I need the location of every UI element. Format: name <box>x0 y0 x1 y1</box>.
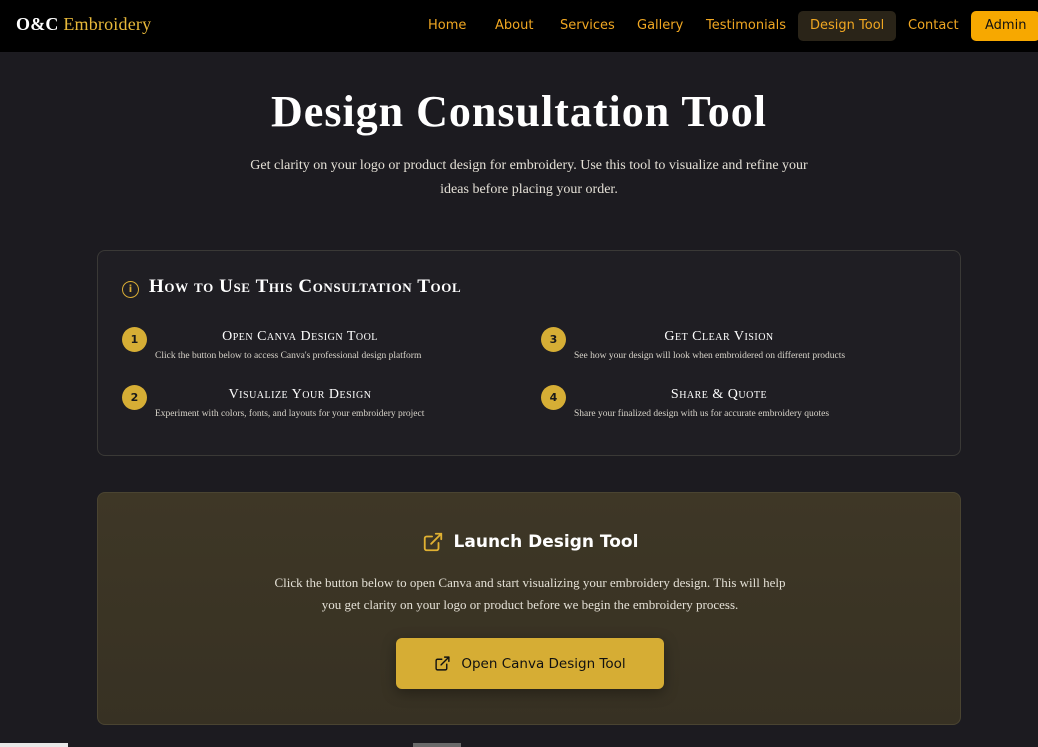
launch-header: Launch Design Tool <box>98 531 962 553</box>
nav-link-about[interactable]: About <box>483 11 545 41</box>
nav-link-gallery[interactable]: Gallery <box>625 11 695 41</box>
step-title: Share & Quote <box>670 387 768 402</box>
how-to-card: i How to Use This Consultation Tool 1 Op… <box>97 250 961 456</box>
step-title: Get Clear Vision <box>664 329 774 344</box>
launch-card: Launch Design Tool Click the button belo… <box>97 492 961 725</box>
launch-description: Click the button below to open Canva and… <box>274 575 786 612</box>
page-title: Design Consultation Tool <box>271 87 767 136</box>
how-to-title: How to Use This Consultation Tool <box>149 275 462 297</box>
step-description: See how your design will look when embro… <box>574 351 846 361</box>
open-canva-button-label: Open Canva Design Tool <box>461 655 626 672</box>
nav-link-home[interactable]: Home <box>416 11 478 41</box>
scrollbar-thumb[interactable] <box>413 743 461 747</box>
page-subtitle: Get clarity on your logo or product desi… <box>250 158 808 197</box>
admin-button[interactable]: Admin <box>971 11 1038 41</box>
external-link-icon <box>423 532 442 552</box>
step-description: Experiment with colors, fonts, and layou… <box>155 409 425 419</box>
step-description: Share your finalized design with us for … <box>574 409 830 419</box>
launch-title: Launch Design Tool <box>453 532 639 552</box>
nav-links: Home About Services Gallery Testimonials… <box>0 0 1038 53</box>
nav-link-services[interactable]: Services <box>548 11 627 41</box>
step-number-badge: 4 <box>541 385 566 410</box>
how-to-header: i How to Use This Consultation Tool <box>122 275 461 298</box>
open-canva-button[interactable]: Open Canva Design Tool <box>396 638 664 689</box>
nav-link-testimonials[interactable]: Testimonials <box>694 11 798 41</box>
step-title: Open Canva Design Tool <box>222 329 378 344</box>
nav-link-contact[interactable]: Contact <box>896 11 971 41</box>
external-link-icon <box>435 656 450 671</box>
step-description: Click the button below to access Canva's… <box>155 351 422 361</box>
step-number-badge: 2 <box>122 385 147 410</box>
step-number-badge: 3 <box>541 327 566 352</box>
nav-link-design-tool[interactable]: Design Tool <box>798 11 897 41</box>
step-title: Visualize Your Design <box>228 387 372 402</box>
top-navbar: O&C Embroidery Home About Services Galle… <box>0 0 1038 53</box>
step-number-badge: 1 <box>122 327 147 352</box>
page-scroll-indicator <box>0 743 68 747</box>
info-icon: i <box>122 281 139 298</box>
